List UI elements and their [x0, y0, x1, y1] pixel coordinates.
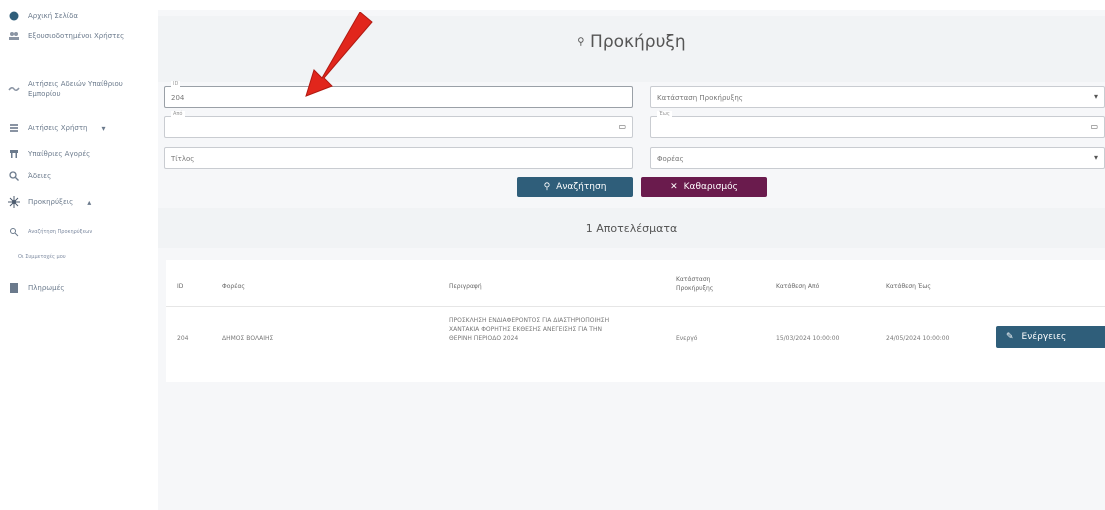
announcement-status-select[interactable]: Κατάσταση Προκήρυξης ▾: [650, 86, 1105, 108]
actions-button-label: Ενέργειες: [1021, 332, 1067, 342]
column-header-agency: Φορέας: [222, 283, 245, 290]
column-header-to: Κατάθεση Έως: [886, 283, 931, 290]
search-button-label: Αναζήτηση: [556, 182, 607, 192]
sidebar-item-authorized-users[interactable]: Εξουσιοδοτημένοι Χρήστες: [8, 30, 148, 42]
clear-button[interactable]: ✕ Καθαρισμός: [641, 177, 767, 197]
column-header-from: Κατάθεση Από: [776, 283, 820, 290]
pencil-icon: ✎: [1006, 332, 1014, 342]
sidebar-item-label: Αρχική Σελίδα: [28, 12, 79, 20]
sidebar: Αρχική Σελίδα Εξουσιοδοτημένοι Χρήστες Α…: [0, 0, 150, 510]
actions-button[interactable]: ✎ Ενέργειες: [996, 326, 1105, 348]
sidebar-item-label: Υπαίθριες Αγορές: [28, 150, 91, 158]
sidebar-item-label: Αιτήσεις Χρήστη: [28, 124, 88, 132]
wave-icon: [8, 83, 20, 95]
search-icon: ⚲: [543, 182, 551, 192]
agency-placeholder: Φορέας: [657, 155, 684, 163]
close-icon: ✕: [670, 182, 678, 192]
column-header-status: Κατάσταση Προκήρυξης: [676, 276, 714, 292]
id-field-value: 204: [171, 94, 185, 102]
cell-agency: ΔΗΜΟΣ ΒΟΛΑΙΗΣ: [222, 335, 274, 342]
chevron-down-icon: ▾: [101, 123, 106, 133]
id-field-label: ID: [171, 81, 181, 87]
dashboard-icon: [8, 10, 20, 22]
settings-icon: [8, 196, 20, 208]
title-placeholder: Τίτλος: [171, 155, 195, 163]
search-button[interactable]: ⚲ Αναζήτηση: [517, 177, 633, 197]
calendar-icon[interactable]: ▭: [618, 122, 626, 131]
table-row-divider: [166, 306, 1105, 307]
sidebar-item-open-markets[interactable]: Υπαίθριες Αγορές: [8, 148, 148, 160]
cell-status: Ενεργό: [676, 335, 698, 342]
users-icon: [8, 30, 20, 42]
page-title-text: Προκήρυξη: [590, 32, 686, 52]
red-arrow-annotation: [305, 12, 373, 97]
cell-from: 15/03/2024 10:00:00: [776, 335, 840, 342]
list-icon: [8, 122, 20, 134]
cell-to: 24/05/2024 10:00:00: [886, 335, 950, 342]
sidebar-item-payments[interactable]: Πληρωμές: [8, 282, 148, 294]
chevron-down-icon: ▾: [1093, 92, 1098, 101]
market-icon: [8, 148, 20, 160]
agency-select[interactable]: Φορέας ▾: [650, 147, 1105, 169]
to-date-label: Έως: [657, 111, 672, 117]
sidebar-item-announcements[interactable]: Προκηρύξεις ▴: [8, 196, 148, 208]
chevron-up-icon: ▴: [87, 197, 92, 207]
search-icon: ⚲: [577, 36, 585, 48]
sidebar-item-label: Προκηρύξεις: [28, 198, 74, 206]
column-header-id: ID: [177, 283, 184, 290]
sidebar-item-label: Εξουσιοδοτημένοι Χρήστες: [28, 32, 125, 40]
chevron-down-icon: ▾: [1093, 153, 1098, 162]
to-date-field[interactable]: Έως ▭: [650, 111, 1105, 138]
sidebar-item-my-participations[interactable]: Οι Συμμετοχές μου: [18, 252, 158, 262]
cell-description: ΠΡΟΣΚΛΗΣΗ ΕΝΔΙΑΦΕΡΟΝΤΟΣ ΓΙΑ ΔΙΑΣΤΗΡΙΟΠΟΙ…: [449, 317, 610, 342]
results-table: ID Φορέας Περιγραφή Κατάσταση Προκήρυξης…: [166, 260, 1105, 382]
id-field[interactable]: ID 204: [164, 81, 633, 108]
results-title: 1 Αποτελέσματα: [585, 222, 678, 235]
title-field[interactable]: Τίτλος: [164, 147, 633, 169]
sidebar-item-label: Αιτήσεις Αδειών Υπαίθριου Εμπορίου: [28, 80, 123, 98]
calendar-icon[interactable]: ▭: [1090, 122, 1098, 131]
announcement-status-placeholder: Κατάσταση Προκήρυξης: [657, 94, 743, 102]
sidebar-item-home[interactable]: Αρχική Σελίδα: [8, 10, 148, 22]
sidebar-item-user-applications[interactable]: Αιτήσεις Χρήστη ▾: [8, 122, 148, 134]
column-header-description: Περιγραφή: [449, 283, 482, 290]
sidebar-item-label: Αναζήτηση Προκηρύξεων: [28, 229, 93, 235]
sidebar-item-search-announcements[interactable]: Αναζήτηση Προκηρύξεων: [8, 226, 148, 238]
sidebar-item-open-air-applications[interactable]: Αιτήσεις Αδειών Υπαίθριου Εμπορίου: [8, 79, 148, 99]
sidebar-item-label: Πληρωμές: [28, 284, 65, 292]
search-icon: [8, 170, 20, 182]
from-date-field[interactable]: Από ▭: [164, 111, 633, 138]
clear-button-label: Καθαρισμός: [683, 182, 738, 192]
sidebar-item-label: Άδειες: [28, 172, 52, 180]
payment-icon: [8, 282, 20, 294]
sidebar-item-licenses[interactable]: Άδειες: [8, 170, 148, 182]
cell-id: 204: [177, 335, 189, 342]
search-icon: [8, 226, 20, 238]
sidebar-item-label: Οι Συμμετοχές μου: [18, 254, 66, 260]
from-date-label: Από: [171, 111, 185, 117]
